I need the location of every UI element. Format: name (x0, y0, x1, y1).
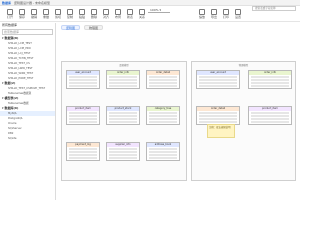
sidebar-search-input[interactable]: 搜索数据库 (2, 29, 53, 35)
entity-table[interactable]: order_info (248, 70, 292, 89)
entity-field-row (69, 84, 97, 87)
tab-physical[interactable]: 物理图 (84, 25, 104, 30)
toolbar-button[interactable]: 重做 (40, 7, 52, 21)
toolbar-button-label: 新表 (126, 15, 133, 19)
entity-table[interactable]: order_detail (196, 106, 240, 125)
toolbar-button[interactable]: 剪切 (52, 7, 64, 21)
entity-table[interactable]: product_stock (106, 106, 140, 125)
entity-table[interactable]: order_detail (146, 70, 180, 89)
logical-diagram-title: 逻辑模型 (119, 64, 129, 67)
physical-diagram[interactable]: 物理模型 user_account order_info order_detail p… (191, 61, 296, 181)
toolbar-button[interactable]: 粘贴 (76, 7, 88, 21)
physical-diagram-title: 物理模型 (238, 64, 249, 67)
toolbar-button[interactable]: 设置 (232, 7, 244, 21)
toolbar-button-label: 设置 (234, 15, 241, 19)
zoom-select[interactable]: 100% ▾ (148, 8, 170, 13)
entity-table-name: category_tree (147, 107, 179, 111)
toolbar-button-label: 删除 (90, 15, 97, 19)
diagram-tabs: 逻辑图 物理图 (61, 25, 104, 30)
toolbar-button-label: 对齐 (102, 15, 109, 19)
toolbar-button-label: 关系 (138, 15, 145, 19)
diagram-note[interactable]: 注释：双击编辑说明 (207, 124, 235, 138)
toolbar-button[interactable]: 打印 (220, 7, 232, 21)
entity-field-row (149, 120, 177, 123)
entity-table-name: order_detail (147, 71, 179, 75)
database-tree: 数据源(8)SHILLD_LCM_TESTSHILLD_LCM_PROSHILL… (0, 36, 55, 141)
entity-field-row (199, 84, 237, 87)
entity-table-name: order_info (107, 71, 139, 75)
entity-table[interactable]: order_info (106, 70, 140, 89)
toolbar-button[interactable]: 复制 (64, 7, 76, 21)
entity-table-name: product_item (249, 107, 291, 111)
entity-table[interactable]: supplier_info (106, 142, 140, 161)
entity-field-row (109, 120, 137, 123)
entity-table[interactable]: category_tree (146, 106, 180, 125)
toolbar-button[interactable]: 删除 (88, 7, 100, 21)
toolbar-button-label: 重做 (42, 15, 49, 19)
app-name: 数据库 (2, 1, 12, 5)
toolbar-button-label: 导出 (210, 15, 217, 19)
logical-diagram[interactable]: 逻辑模型 user_account order_info order_detailp… (61, 61, 187, 181)
diagram-canvas[interactable]: 逻辑图 物理图 逻辑模型 user_account order_info order… (57, 23, 300, 200)
entity-field-row (251, 120, 289, 123)
toolbar-button-label: 撤销 (30, 15, 37, 19)
database-sidebar: 所有数据库 搜索数据库 数据源(8)SHILLD_LCM_TESTSHILLD_… (0, 23, 56, 200)
entity-table-name: supplier_info (107, 143, 139, 147)
toolbar-button[interactable]: 对齐 (100, 7, 112, 21)
entity-table-name: product_item (67, 107, 99, 111)
entity-field-row (69, 156, 97, 159)
toolbar-button-label: 打开 (6, 15, 13, 19)
toolbar-button[interactable]: 布局 (112, 7, 124, 21)
toolbar-button[interactable]: 打开 (4, 7, 16, 21)
entity-table-name: address_book (147, 143, 179, 147)
entity-table[interactable]: user_account (196, 70, 240, 89)
toolbar-button[interactable]: 新表 (124, 7, 136, 21)
toolbar-button-label: 打印 (222, 15, 229, 19)
toolbar-button-label: 复制 (66, 15, 73, 19)
entity-table-name: order_detail (197, 107, 239, 111)
toolbar-button-label: 粘贴 (78, 15, 85, 19)
toolbar-button[interactable]: 保存 (16, 7, 28, 21)
toolbar-button-label: 保存 (18, 15, 25, 19)
entity-table[interactable]: payment_log (66, 142, 100, 161)
entity-table[interactable]: address_book (146, 142, 180, 161)
entity-table-name: user_account (197, 71, 239, 75)
entity-field-row (109, 84, 137, 87)
toolbar-button-label: 缩放 (198, 15, 205, 19)
entity-table[interactable]: user_account (66, 70, 100, 89)
entity-table-name: user_account (67, 71, 99, 75)
toolbar-button-label: 剪切 (54, 15, 61, 19)
entity-field-row (199, 120, 237, 123)
sidebar-item[interactable]: SQLite (0, 136, 55, 141)
entity-table-name: product_stock (107, 107, 139, 111)
entity-field-row (251, 84, 289, 87)
toolbar-button[interactable]: 撤销 (28, 7, 40, 21)
toolbar-button[interactable]: 关系 (136, 7, 148, 21)
entity-table[interactable]: product_item (248, 106, 292, 125)
entity-field-row (149, 156, 177, 159)
entity-field-row (149, 84, 177, 87)
toolbar-button[interactable]: 导出 (208, 7, 220, 21)
entity-field-row (69, 120, 97, 123)
entity-table[interactable]: product_item (66, 106, 100, 125)
toolbar-button[interactable]: 缩放 (196, 7, 208, 21)
entity-table-name: payment_log (67, 143, 99, 147)
search-input[interactable]: 搜索表或字段名称 (252, 6, 296, 11)
toolbar-button-label: 布局 (114, 15, 121, 19)
entity-field-row (109, 156, 137, 159)
window-title: 逻辑图设计器 - 未命名模型 (13, 1, 50, 5)
sidebar-header: 所有数据库 (2, 23, 18, 27)
entity-table-name: order_info (249, 71, 291, 75)
tab-logical[interactable]: 逻辑图 (61, 25, 81, 30)
